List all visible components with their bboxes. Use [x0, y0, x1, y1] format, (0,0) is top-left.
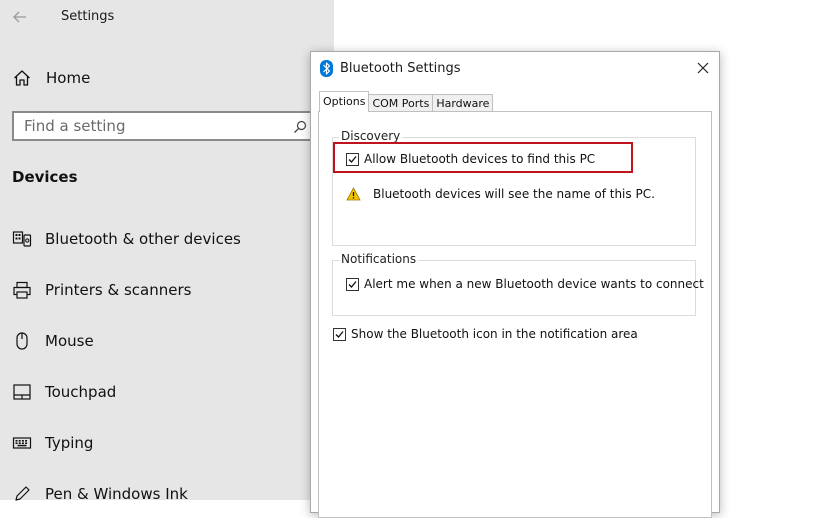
discovery-group-label: Discovery: [339, 129, 403, 143]
bluetooth-icon: [320, 60, 333, 77]
discovery-warning: Bluetooth devices will see the name of t…: [346, 187, 655, 201]
sidebar-item-pen[interactable]: Pen & Windows Ink: [12, 482, 188, 506]
alert-checkbox[interactable]: [346, 277, 359, 291]
back-arrow-icon[interactable]: [10, 7, 30, 27]
dialog-tabs: Options COM Ports Hardware: [319, 91, 494, 112]
allow-discovery-checkbox[interactable]: [346, 152, 359, 166]
sidebar-item-label: Mouse: [45, 332, 94, 350]
dialog-title: Bluetooth Settings: [340, 61, 461, 76]
home-icon: [14, 70, 30, 86]
checkmark-icon: [335, 330, 344, 338]
sidebar-item-label: Bluetooth & other devices: [45, 230, 241, 248]
search-input[interactable]: [24, 113, 284, 139]
alert-checkbox-row[interactable]: Alert me when a new Bluetooth device wan…: [346, 277, 704, 291]
sidebar-item-typing[interactable]: Typing: [12, 431, 93, 455]
checkmark-icon: [348, 155, 357, 163]
alert-label: Alert me when a new Bluetooth device wan…: [364, 277, 704, 291]
allow-discovery-label: Allow Bluetooth devices to find this PC: [364, 152, 596, 166]
sidebar-item-label: Pen & Windows Ink: [45, 485, 188, 503]
discovery-group: Discovery Allow Bluetooth devices to fin…: [332, 129, 696, 246]
keyboard-icon: [12, 437, 32, 449]
sidebar-item-label: Touchpad: [45, 383, 117, 401]
pen-icon: [15, 486, 30, 501]
sidebar-item-label: Printers & scanners: [45, 281, 192, 299]
checkmark-icon: [348, 280, 357, 288]
sidebar-item-mouse[interactable]: Mouse: [12, 329, 94, 353]
close-icon[interactable]: [695, 60, 711, 76]
sidebar-item-printers[interactable]: Printers & scanners: [12, 278, 191, 302]
sidebar-item-bluetooth[interactable]: Bluetooth & other devices: [12, 227, 241, 251]
tab-hardware[interactable]: Hardware: [432, 94, 494, 112]
mouse-icon: [16, 332, 28, 350]
warning-icon: [346, 187, 361, 201]
touchpad-icon: [13, 384, 31, 400]
tab-options[interactable]: Options: [319, 91, 370, 112]
bluetooth-settings-dialog: Bluetooth Settings Options COM Ports Har…: [310, 51, 720, 518]
show-icon-checkbox-row[interactable]: Show the Bluetooth icon in the notificat…: [333, 327, 638, 341]
app-title: Settings: [61, 9, 115, 24]
allow-discovery-checkbox-row[interactable]: Allow Bluetooth devices to find this PC: [346, 152, 595, 166]
search-icon[interactable]: [292, 119, 308, 135]
settings-window: Settings Home Devices Bluetooth & other …: [0, 0, 334, 503]
show-icon-checkbox[interactable]: [333, 327, 346, 341]
warning-text: Bluetooth devices will see the name of t…: [373, 187, 655, 201]
home-label: Home: [46, 69, 91, 87]
section-title: Devices: [12, 168, 78, 186]
sidebar-item-label: Typing: [45, 434, 94, 452]
sidebar-item-touchpad[interactable]: Touchpad: [12, 380, 116, 404]
notifications-group: Notifications Alert me when a new Blueto…: [332, 252, 704, 316]
search-box: [12, 111, 314, 141]
options-panel: Discovery Allow Bluetooth devices to fin…: [318, 111, 712, 518]
notifications-group-label: Notifications: [339, 252, 419, 266]
show-icon-label: Show the Bluetooth icon in the notificat…: [351, 327, 638, 341]
bluetooth-devices-icon: [12, 231, 32, 247]
tab-com-ports[interactable]: COM Ports: [368, 94, 434, 112]
printer-icon: [13, 281, 31, 299]
home-nav-item[interactable]: Home: [12, 66, 90, 90]
